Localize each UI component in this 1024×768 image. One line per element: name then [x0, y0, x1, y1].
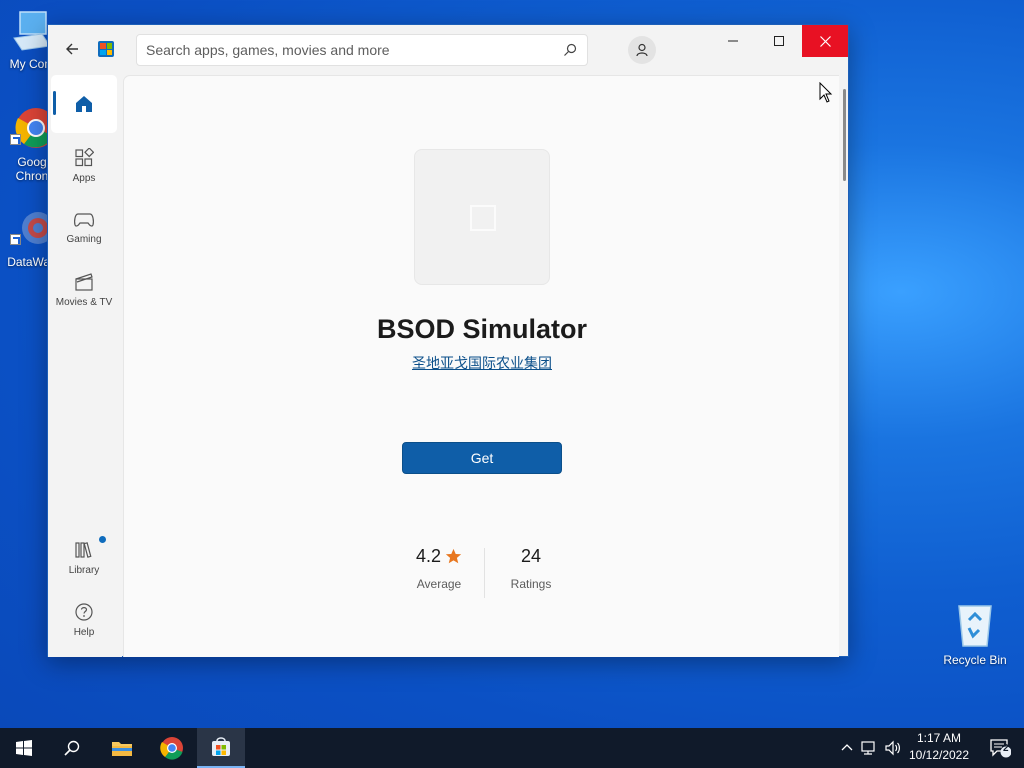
home-icon [76, 96, 92, 112]
active-indicator [53, 91, 56, 115]
nav-label: Apps [72, 173, 96, 184]
store-taskbar-button[interactable] [197, 728, 245, 768]
back-arrow-icon [66, 43, 78, 55]
network-icon[interactable] [860, 740, 878, 756]
app-title: BSOD Simulator [376, 314, 588, 344]
action-center-button[interactable]: 2 [976, 728, 1024, 768]
scrollbar-thumb[interactable] [843, 89, 846, 181]
star-icon [445, 548, 462, 564]
nav-movies-tv[interactable]: Movies & TV [51, 261, 117, 319]
get-button[interactable]: Get [402, 442, 562, 474]
store-window: Apps Gaming Movies & TV Library [47, 24, 849, 657]
desktop-icon-label: Recycle Bin [943, 653, 1007, 667]
mouse-cursor-icon [819, 82, 833, 103]
shortcut-arrow-icon [10, 134, 21, 145]
close-icon [819, 35, 831, 47]
start-button[interactable] [0, 728, 48, 768]
rating-caption: Average [416, 577, 462, 591]
search-box[interactable] [136, 34, 588, 66]
nav-label: Library [68, 565, 100, 576]
app-placeholder-icon [470, 205, 496, 231]
back-button[interactable] [60, 37, 84, 61]
nav-library[interactable]: Library [51, 529, 117, 587]
rating-value: 4.2 [415, 546, 442, 566]
publisher-link[interactable]: 圣地亚戈国际农业集团 [124, 353, 840, 373]
nav-gaming[interactable]: Gaming [51, 199, 117, 257]
user-icon [636, 43, 648, 57]
nav-label: Movies & TV [55, 297, 113, 308]
search-input[interactable] [146, 42, 556, 58]
clock-time: 1:17 AM [916, 731, 962, 745]
nav-help[interactable]: Help [51, 591, 117, 649]
maximize-icon [774, 36, 784, 46]
file-explorer-button[interactable] [98, 728, 146, 768]
rating-stat: 4.2 Average [404, 546, 474, 591]
gamepad-icon [74, 213, 94, 227]
nav-label: Gaming [66, 234, 102, 245]
store-logo-icon [98, 41, 114, 57]
rating-value-row: 4.2 [404, 546, 474, 567]
windows-logo-icon [16, 740, 32, 756]
minimize-button[interactable] [710, 25, 756, 57]
app-icon-tile [414, 149, 550, 285]
folder-icon [112, 742, 132, 756]
computer-icon [13, 11, 51, 51]
maximize-button[interactable] [756, 25, 802, 57]
minimize-icon [728, 40, 738, 42]
clock-date: 10/12/2022 [908, 748, 970, 762]
search-icon[interactable] [563, 43, 577, 57]
nav-apps[interactable]: Apps [51, 137, 117, 195]
app-detail-page: BSOD Simulator 圣地亚戈国际农业集团 Get 4.2 Averag… [123, 75, 839, 657]
clock[interactable]: 1:17 AM 10/12/2022 [904, 730, 974, 766]
volume-icon[interactable] [884, 740, 902, 756]
film-icon [75, 273, 93, 291]
search-taskbar-button[interactable] [48, 728, 96, 768]
nav-home[interactable] [51, 75, 117, 133]
close-button[interactable] [802, 25, 848, 57]
search-icon [64, 740, 80, 756]
nav-sidebar: Apps Gaming Movies & TV Library Help [48, 75, 122, 657]
nav-label: Help [73, 627, 95, 638]
desktop-icon-recycle-bin[interactable]: Recycle Bin [939, 602, 1011, 667]
ratings-caption: Ratings [510, 577, 552, 591]
stat-divider [484, 548, 485, 598]
chrome-icon [160, 737, 183, 760]
update-badge [99, 536, 106, 543]
library-icon [75, 542, 92, 558]
store-bag-icon [212, 737, 230, 756]
apps-icon [75, 148, 94, 167]
account-button[interactable] [628, 36, 656, 64]
recycle-bin-icon [958, 605, 992, 647]
chrome-taskbar-button[interactable] [148, 728, 196, 768]
help-icon [75, 603, 93, 621]
ratings-count-stat: 24 Ratings [496, 546, 566, 591]
notification-count: 2 [1003, 743, 1009, 754]
system-tray [836, 728, 902, 768]
ratings-count: 24 [520, 546, 542, 566]
title-bar [48, 25, 848, 75]
chevron-up-icon[interactable] [840, 741, 854, 755]
taskbar: 1:17 AM 10/12/2022 2 [0, 728, 1024, 768]
shortcut-arrow-icon [10, 234, 21, 245]
